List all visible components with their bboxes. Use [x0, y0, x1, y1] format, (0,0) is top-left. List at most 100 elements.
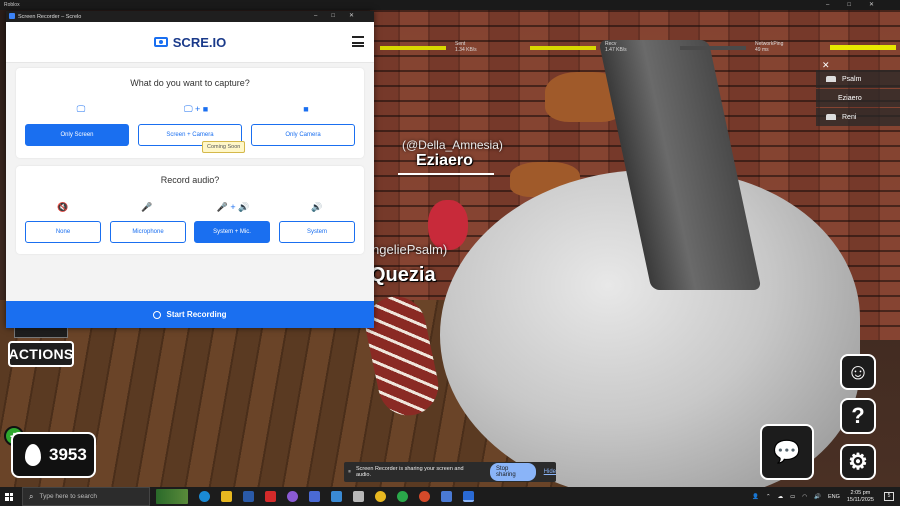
player-name-tag: Eziaero	[416, 152, 473, 169]
roblox-icon[interactable]	[441, 491, 452, 502]
roblox-titlebar: Roblox –□✕	[0, 0, 900, 10]
recorder-app-icon[interactable]	[463, 491, 474, 502]
battery-icon[interactable]: ▭	[790, 494, 795, 500]
question-icon: ?	[851, 403, 865, 428]
taskbar-search[interactable]: ⌕ Type here to search	[22, 487, 150, 506]
audio-microphone-button[interactable]: Microphone	[110, 221, 186, 243]
player-name-tag: Quezia	[370, 264, 436, 286]
start-recording-button[interactable]: Start Recording	[6, 301, 374, 328]
recorder-titlebar: Screen Recorder – Screlo –□✕	[6, 11, 374, 22]
player-list-item[interactable]: Psalm	[816, 70, 900, 88]
clock-time: 2:05 pm	[850, 489, 871, 496]
friends-icon	[826, 114, 836, 120]
screen-share-bar: ⏸ Screen Recorder is sharing your screen…	[344, 462, 556, 482]
capture-title: What do you want to capture?	[130, 78, 250, 88]
help-button[interactable]: ?	[840, 398, 876, 434]
camera-logo-icon	[153, 37, 168, 47]
mic-plus-speaker-icon: 🎤 + 🔊	[216, 202, 250, 212]
chrome-profile-icon[interactable]	[397, 491, 408, 502]
coming-soon-tooltip: Coming Soon	[202, 141, 246, 153]
hide-link[interactable]: Hide	[544, 469, 556, 475]
clock-date: 15/11/2025	[846, 496, 874, 503]
menu-tab[interactable]	[14, 328, 68, 338]
chrome-app-icon[interactable]	[419, 491, 430, 502]
recorder-window-title: Screen Recorder – Screlo	[18, 13, 82, 20]
stop-sharing-button[interactable]: Stop sharing	[490, 463, 536, 481]
roblox-window-title: Roblox	[4, 2, 20, 8]
windows-icon	[5, 492, 13, 501]
audio-panel: Record audio? 🔇 🎤 🎤 + 🔊 🔊 None Microphon…	[16, 166, 364, 254]
settings-button[interactable]: ⚙	[840, 444, 876, 480]
cloud-icon[interactable]: ☁	[778, 494, 784, 500]
player-list-item[interactable]: Eziaero	[816, 89, 900, 107]
file-explorer-icon[interactable]	[221, 491, 232, 502]
pdf-icon[interactable]	[265, 491, 276, 502]
news-widget[interactable]	[156, 489, 188, 504]
report-button[interactable]: 💬	[760, 424, 814, 480]
mute-icon: 🔇	[57, 202, 69, 212]
capture-panel: What do you want to capture? 🖵 🖵 + ■ ■ O…	[16, 68, 364, 158]
photos-icon[interactable]	[353, 491, 364, 502]
audio-title: Record audio?	[160, 175, 220, 185]
drag-handle-icon[interactable]: ⏸	[348, 469, 352, 476]
taskbar: ⌕ Type here to search 👤 ⌃ ☁ ▭ ◠ 🔊 ENG 2:…	[0, 487, 900, 506]
player-list-item[interactable]: Reni	[816, 108, 900, 126]
monitor-plus-camera-icon: 🖵 + ■	[183, 104, 209, 114]
only-screen-button[interactable]: Only Screen	[25, 124, 129, 146]
logo: SCRE.IO	[153, 34, 227, 50]
friends-icon	[826, 76, 836, 82]
volume-icon[interactable]: 🔊	[814, 494, 821, 500]
player-handle: ngeliePsalm)	[372, 242, 448, 257]
language-indicator[interactable]: ENG	[828, 494, 840, 500]
audio-system-button[interactable]: System	[279, 221, 355, 243]
logo-text: SCRE.IO	[172, 34, 227, 50]
add-user-icon: ☺	[846, 359, 870, 384]
start-button[interactable]	[0, 487, 18, 506]
clock[interactable]: 2:05 pm 15/11/2025	[847, 490, 874, 504]
stat-sent: Sent 1.34 KB/s	[455, 41, 477, 53]
notification-count: 5	[887, 493, 891, 499]
droplet-icon	[25, 444, 41, 466]
add-friend-button[interactable]: ☺	[840, 354, 876, 390]
health-bar	[830, 45, 896, 50]
word-icon[interactable]	[243, 491, 254, 502]
chrome-icon[interactable]	[375, 491, 386, 502]
menu-icon[interactable]	[352, 36, 364, 47]
search-placeholder: Type here to search	[39, 493, 97, 500]
app-icon	[9, 13, 15, 19]
stat-recv: Recv 1.47 KB/s	[605, 41, 627, 53]
record-icon	[153, 310, 162, 319]
player-list: ✕ Psalm Eziaero Reni	[816, 58, 900, 126]
stat-bar	[380, 46, 446, 50]
player-handle: (@Della_Amnesia)	[402, 138, 503, 152]
camera-icon: ■	[303, 104, 309, 114]
teams-icon[interactable]	[309, 491, 320, 502]
wifi-icon[interactable]: ◠	[802, 494, 807, 500]
monitor-icon: 🖵	[76, 104, 86, 114]
gear-icon: ⚙	[848, 449, 868, 474]
search-icon: ⌕	[29, 491, 34, 501]
stat-bar	[680, 46, 746, 50]
copilot-icon[interactable]	[287, 491, 298, 502]
drops-value: 3953	[49, 445, 87, 464]
share-message: Screen Recorder is sharing your screen a…	[356, 466, 464, 478]
speaker-icon: 🔊	[311, 202, 323, 212]
audio-none-button[interactable]: None	[25, 221, 101, 243]
audio-system-mic-button[interactable]: System + Mic.	[194, 221, 270, 243]
stat-bar	[530, 46, 596, 50]
drops-counter: 3953	[11, 432, 96, 478]
person-icon[interactable]: 👤	[752, 494, 759, 500]
store-icon[interactable]	[331, 491, 342, 502]
actions-button[interactable]: ACTIONS	[8, 341, 74, 367]
edge-icon[interactable]	[199, 491, 210, 502]
screen-recorder-window: Screen Recorder – Screlo –□✕ SCRE.IO Wha…	[6, 11, 374, 328]
roblox-window-controls[interactable]: –□✕	[826, 1, 892, 8]
notification-icon[interactable]: 5	[884, 492, 894, 501]
stat-ping: NetworkPing 49 ms	[755, 41, 784, 53]
start-recording-label: Start Recording	[166, 310, 227, 319]
chevron-up-icon[interactable]: ⌃	[766, 494, 771, 500]
only-camera-button[interactable]: Only Camera	[251, 124, 355, 146]
chat-search-icon: 💬	[773, 439, 801, 464]
window-controls[interactable]: –□✕	[314, 12, 368, 19]
system-tray: 👤 ⌃ ☁ ▭ ◠ 🔊 ENG 2:05 pm 15/11/2025 5	[752, 487, 900, 506]
